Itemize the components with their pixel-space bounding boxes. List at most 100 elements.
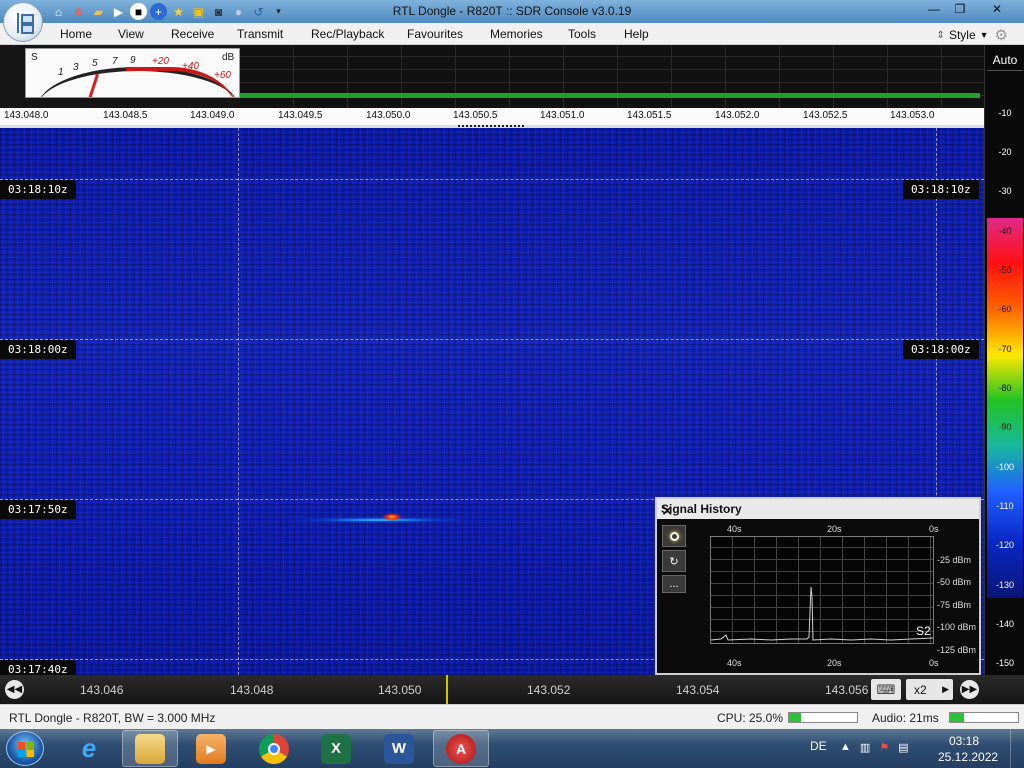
frequency-label: 143.050.5 bbox=[453, 110, 498, 121]
frequency-label: 143.048.0 bbox=[4, 110, 49, 121]
db-label: -20 bbox=[998, 147, 1012, 157]
close-panel-button[interactable]: ✕ bbox=[661, 502, 975, 520]
style-label: Style bbox=[948, 28, 976, 42]
record-button[interactable] bbox=[662, 525, 686, 547]
menu-receive[interactable]: Receive bbox=[171, 27, 214, 41]
network-icon[interactable]: ▤ bbox=[898, 741, 908, 754]
db-label: -80 bbox=[998, 383, 1012, 393]
waterfall-grid-line bbox=[238, 128, 239, 675]
meter-scale-label: 1 bbox=[58, 67, 64, 78]
device-status: RTL Dongle - R820T, BW = 3.000 MHz bbox=[9, 711, 216, 725]
sdr-console-icon: A bbox=[446, 733, 476, 764]
nav-frequency-label: 143.046 bbox=[80, 683, 124, 697]
signal-history-header[interactable]: Signal History ✕ bbox=[657, 499, 979, 520]
db-label: -90 bbox=[998, 422, 1012, 432]
app-menu-orb[interactable] bbox=[3, 2, 43, 42]
cpu-usage-label: CPU: 25.0% bbox=[717, 711, 784, 725]
meter-scale-label: 5 bbox=[92, 58, 98, 69]
db-label: -130 bbox=[995, 580, 1014, 590]
chrome-icon bbox=[259, 733, 289, 764]
frequency-label: 143.050.0 bbox=[366, 110, 411, 121]
windows-taskbar: e ▶ X W A DE ▲ ▥ ⚑ ▤ 03:18 25.12.2022 bbox=[0, 729, 1024, 768]
menu-transmit[interactable]: Transmit bbox=[237, 27, 283, 41]
excel-icon: X bbox=[321, 733, 351, 764]
db-scale: Auto -10 -20 -30 -40 -50 -60 -70 -80 -90… bbox=[984, 45, 1024, 675]
fast-forward-icon: ▶▶ bbox=[961, 684, 978, 695]
taskbar-file-explorer[interactable] bbox=[122, 730, 178, 767]
waterfall-timestamp: 03:17:40z bbox=[0, 660, 76, 675]
menu-rec-playback[interactable]: Rec/Playback bbox=[311, 27, 384, 41]
level-axis-label: -25 dBm bbox=[937, 555, 972, 565]
nav-frequency-label: 143.054 bbox=[676, 683, 720, 697]
scroll-left-button[interactable]: ◀◀ bbox=[5, 680, 24, 699]
waterfall-timestamp: 03:18:00z bbox=[903, 340, 979, 359]
reset-button[interactable]: ↻ bbox=[662, 550, 686, 572]
taskbar-media-player[interactable]: ▶ bbox=[183, 730, 239, 767]
show-hidden-icons-icon[interactable]: ▲ bbox=[840, 741, 851, 754]
frequency-label: 143.051.0 bbox=[540, 110, 585, 121]
time-axis-label: 0s bbox=[929, 658, 939, 668]
chrome-center bbox=[268, 742, 280, 755]
language-indicator[interactable]: DE bbox=[810, 739, 827, 753]
time-axis-label: 40s bbox=[727, 658, 742, 668]
minimize-button[interactable]: — bbox=[922, 0, 946, 18]
frequency-navigator[interactable]: ◀◀ 143.046 143.048 143.050 143.052 143.0… bbox=[0, 675, 1024, 704]
refresh-icon: ↻ bbox=[669, 555, 679, 568]
menu-home[interactable]: Home bbox=[60, 27, 92, 41]
time-axis-label: 40s bbox=[727, 524, 742, 534]
zoom-selector[interactable]: x2 ▶ bbox=[906, 679, 953, 700]
auto-scale-button[interactable]: Auto bbox=[987, 49, 1023, 71]
waterfall-grid-line bbox=[0, 179, 984, 180]
taskbar-excel[interactable]: X bbox=[308, 730, 364, 767]
usb-device-icon[interactable]: ▥ bbox=[860, 741, 870, 754]
menu-view[interactable]: View bbox=[118, 27, 144, 41]
more-label: ... bbox=[669, 578, 679, 590]
taskbar-chrome[interactable] bbox=[246, 730, 302, 767]
scroll-right-button[interactable]: ▶▶ bbox=[960, 680, 979, 699]
spectrum-trace bbox=[240, 93, 980, 98]
meter-scale-label: +40 bbox=[182, 61, 199, 72]
level-axis-label: -125 dBm bbox=[937, 645, 977, 655]
db-label: -70 bbox=[998, 344, 1012, 354]
more-options-button[interactable]: ... bbox=[662, 575, 686, 593]
nav-frequency-label: 143.056 bbox=[825, 683, 869, 697]
frequency-label: 143.053.0 bbox=[890, 110, 935, 121]
close-button[interactable]: ✕ bbox=[974, 0, 1020, 18]
menu-tools[interactable]: Tools bbox=[568, 27, 596, 41]
clock[interactable]: 03:18 25.12.2022 bbox=[938, 733, 999, 765]
keyboard-button[interactable]: ⌨ bbox=[871, 679, 901, 700]
frequency-label: 143.049.5 bbox=[278, 110, 323, 121]
audio-latency-label: Audio: 21ms bbox=[872, 711, 939, 725]
menu-memories[interactable]: Memories bbox=[490, 27, 543, 41]
taskbar-internet-explorer[interactable]: e bbox=[61, 730, 117, 767]
clock-date: 25.12.2022 bbox=[938, 750, 999, 764]
time-axis-label: 0s bbox=[929, 524, 939, 534]
level-axis-label: -75 dBm bbox=[937, 600, 972, 610]
cpu-usage-bar bbox=[788, 712, 858, 723]
gear-icon[interactable]: ⚙ bbox=[995, 26, 1008, 44]
word-icon: W bbox=[384, 733, 414, 764]
title-bar: ⌂ ⊕ ▰ ▶ ■ + ★ ▣ ◙ ● ↺ ▾ RTL Dongle - R82… bbox=[0, 0, 1024, 23]
sort-icon: ⇕ bbox=[936, 29, 945, 41]
maximize-button[interactable]: ❐ bbox=[948, 0, 972, 18]
menu-favourites[interactable]: Favourites bbox=[407, 27, 463, 41]
start-button[interactable] bbox=[6, 731, 44, 766]
show-desktop-button[interactable] bbox=[1010, 729, 1024, 768]
frequency-ruler[interactable]: 143.048.0 143.048.5 143.049.0 143.049.5 … bbox=[0, 108, 984, 128]
signal-history-panel[interactable]: Signal History ✕ ↻ ... 40s 20s 0s -25 dB… bbox=[655, 497, 981, 675]
taskbar-sdr-console[interactable]: A bbox=[433, 730, 489, 767]
menu-help[interactable]: Help bbox=[624, 27, 649, 41]
tuned-frequency-marker bbox=[446, 675, 448, 704]
db-label: -110 bbox=[996, 501, 1014, 511]
spectrum-display[interactable] bbox=[240, 45, 984, 108]
style-menu[interactable]: ⇕ Style ▼ ⚙ bbox=[937, 26, 1008, 44]
waterfall-timestamp: 03:18:10z bbox=[0, 180, 76, 199]
internet-explorer-icon: e bbox=[81, 733, 97, 763]
nav-frequency-label: 143.050 bbox=[378, 683, 422, 697]
db-label: -100 bbox=[995, 462, 1014, 472]
action-center-icon[interactable]: ⚑ bbox=[879, 741, 889, 754]
frequency-label: 143.052.0 bbox=[715, 110, 760, 121]
window-title: RTL Dongle - R820T :: SDR Console v3.0.1… bbox=[392, 4, 632, 18]
taskbar-word[interactable]: W bbox=[371, 730, 427, 767]
level-axis-label: -50 dBm bbox=[937, 577, 972, 587]
